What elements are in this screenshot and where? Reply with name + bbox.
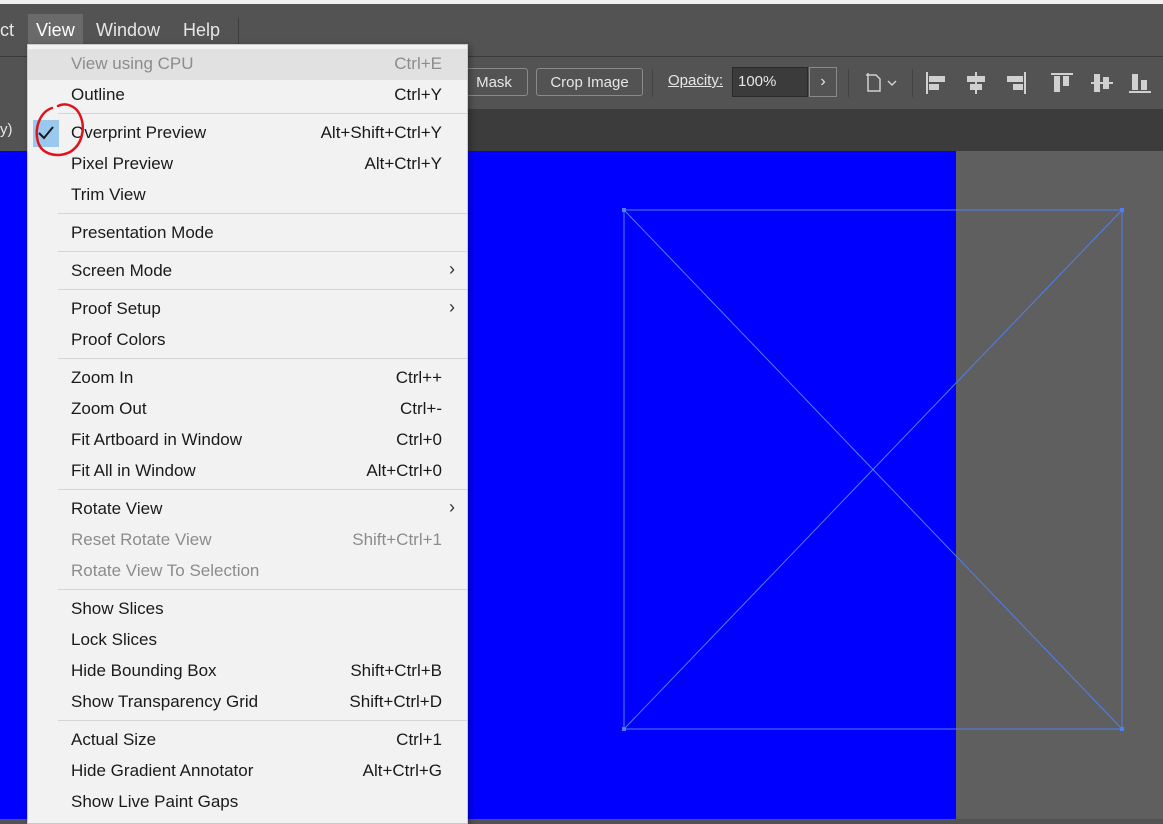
menu-item-fit-all-in-window[interactable]: Fit All in Window Alt+Ctrl+0 [28, 456, 467, 487]
menu-separator [58, 720, 467, 721]
menu-item-label: Trim View [71, 185, 146, 204]
menu-item-label: Proof Setup [71, 299, 161, 318]
menu-item-hide-gradient-annotator[interactable]: Hide Gradient Annotator Alt+Ctrl+G [28, 756, 467, 787]
menu-item-shortcut: Shift+Ctrl+D [349, 692, 442, 711]
menu-item-rotate-view-to-selection: Rotate View To Selection [28, 556, 467, 587]
menu-item-label: Zoom In [71, 368, 134, 387]
menu-item-label: Reset Rotate View [71, 530, 212, 549]
menu-item-shortcut: Shift+Ctrl+B [350, 661, 442, 680]
menu-item-presentation-mode[interactable]: Presentation Mode [28, 218, 467, 249]
menu-item-proof-colors[interactable]: Proof Colors [28, 325, 467, 356]
menu-separator [58, 289, 467, 290]
menu-item-label: Fit Artboard in Window [71, 430, 243, 449]
menu-separator [58, 251, 467, 252]
opacity-label[interactable]: Opacity: [668, 72, 723, 89]
menu-separator [58, 113, 467, 114]
menu-item-outline[interactable]: Outline Ctrl+Y [28, 80, 467, 111]
view-menu-dropdown: View using CPU Ctrl+E Outline Ctrl+Y Ove… [27, 44, 468, 824]
opacity-dropdown-button[interactable]: › [809, 67, 837, 97]
menu-separator [58, 589, 467, 590]
align-right-icon[interactable] [1002, 69, 1030, 97]
align-horizontal-center-icon[interactable] [962, 69, 990, 97]
menu-item-label: Show Slices [71, 599, 164, 618]
menu-item-shortcut: Ctrl+Y [394, 85, 442, 104]
align-vertical-center-icon[interactable] [1088, 69, 1116, 97]
menu-item-shortcut: Alt+Ctrl+G [362, 761, 442, 780]
menu-item-label: Actual Size [71, 730, 157, 749]
menu-item-shortcut: Ctrl+E [394, 54, 442, 73]
submenu-arrow-icon: › [449, 259, 455, 279]
menu-item-label: Hide Gradient Annotator [71, 761, 254, 780]
menu-item-label: Presentation Mode [71, 223, 214, 242]
toolbar-divider [848, 69, 849, 97]
menu-item-label: Screen Mode [71, 261, 173, 280]
menu-item-label: Show Transparency Grid [71, 692, 259, 711]
toolbar-divider [652, 69, 653, 97]
menu-item-reset-rotate-view: Reset Rotate View Shift+Ctrl+1 [28, 525, 467, 556]
menu-item-label: Hide Bounding Box [71, 661, 217, 680]
document-tab[interactable]: y) [0, 109, 30, 151]
menu-view[interactable]: View [28, 14, 83, 46]
menu-item-shortcut: Alt+Shift+Ctrl+Y [320, 123, 442, 142]
menu-item-hide-bounding-box[interactable]: Hide Bounding Box Shift+Ctrl+B [28, 656, 467, 687]
menu-item-overprint-preview[interactable]: Overprint Preview Alt+Shift+Ctrl+Y [28, 118, 467, 149]
menu-item-label: Show Live Paint Gaps [71, 792, 239, 811]
menu-item-label: Pixel Preview [71, 154, 174, 173]
menu-item-shortcut: Ctrl++ [395, 368, 442, 387]
menu-item-shortcut: Alt+Ctrl+0 [366, 461, 442, 480]
menu-item-shortcut: Ctrl+1 [396, 730, 442, 749]
menu-item-label: Fit All in Window [71, 461, 196, 480]
menu-item-label: Proof Colors [71, 330, 166, 349]
menu-help[interactable]: Help [175, 14, 228, 46]
menu-item-rotate-view[interactable]: Rotate View › [28, 494, 467, 525]
menu-separator [58, 489, 467, 490]
menu-item-screen-mode[interactable]: Screen Mode › [28, 256, 467, 287]
align-top-icon[interactable] [1048, 69, 1076, 97]
menu-object[interactable]: ct [0, 14, 22, 46]
menu-separator [58, 358, 467, 359]
submenu-arrow-icon: › [449, 297, 455, 317]
checkmark-icon [33, 120, 59, 147]
menu-item-label: Rotate View To Selection [71, 561, 260, 580]
menu-item-pixel-preview[interactable]: Pixel Preview Alt+Ctrl+Y [28, 149, 467, 180]
menu-item-shortcut: Ctrl+0 [396, 430, 442, 449]
menu-window[interactable]: Window [88, 14, 168, 46]
menu-item-shortcut: Ctrl+- [399, 399, 442, 418]
menu-item-label: View using CPU [71, 54, 194, 73]
menu-item-shortcut: Alt+Ctrl+Y [364, 154, 442, 173]
menu-item-trim-view[interactable]: Trim View [28, 180, 467, 211]
menu-item-fit-artboard-in-window[interactable]: Fit Artboard in Window Ctrl+0 [28, 425, 467, 456]
menu-separator [58, 213, 467, 214]
menu-item-show-live-paint-gaps[interactable]: Show Live Paint Gaps [28, 787, 467, 818]
menu-item-show-slices[interactable]: Show Slices [28, 594, 467, 625]
align-left-icon[interactable] [922, 69, 950, 97]
crop-image-button[interactable]: Crop Image [536, 68, 643, 96]
opacity-input[interactable]: 100% [732, 67, 808, 97]
menu-item-label: Overprint Preview [71, 123, 207, 142]
artboard-options-icon[interactable] [862, 69, 902, 97]
menu-item-label: Outline [71, 85, 125, 104]
menu-item-label: Rotate View [71, 499, 163, 518]
menu-item-zoom-in[interactable]: Zoom In Ctrl++ [28, 363, 467, 394]
menu-item-shortcut: Shift+Ctrl+1 [352, 530, 442, 549]
menu-item-show-transparency-grid[interactable]: Show Transparency Grid Shift+Ctrl+D [28, 687, 467, 718]
align-bottom-icon[interactable] [1126, 69, 1154, 97]
menu-item-label: Lock Slices [71, 630, 157, 649]
submenu-arrow-icon: › [449, 497, 455, 517]
menu-bar-divider [238, 18, 239, 46]
menu-item-view-using-cpu[interactable]: View using CPU Ctrl+E [28, 49, 467, 80]
menu-item-zoom-out[interactable]: Zoom Out Ctrl+- [28, 394, 467, 425]
menu-item-proof-setup[interactable]: Proof Setup › [28, 294, 467, 325]
menu-item-lock-slices[interactable]: Lock Slices [28, 625, 467, 656]
menu-item-label: Zoom Out [71, 399, 147, 418]
toolbar-divider [912, 69, 913, 97]
menu-item-actual-size[interactable]: Actual Size Ctrl+1 [28, 725, 467, 756]
